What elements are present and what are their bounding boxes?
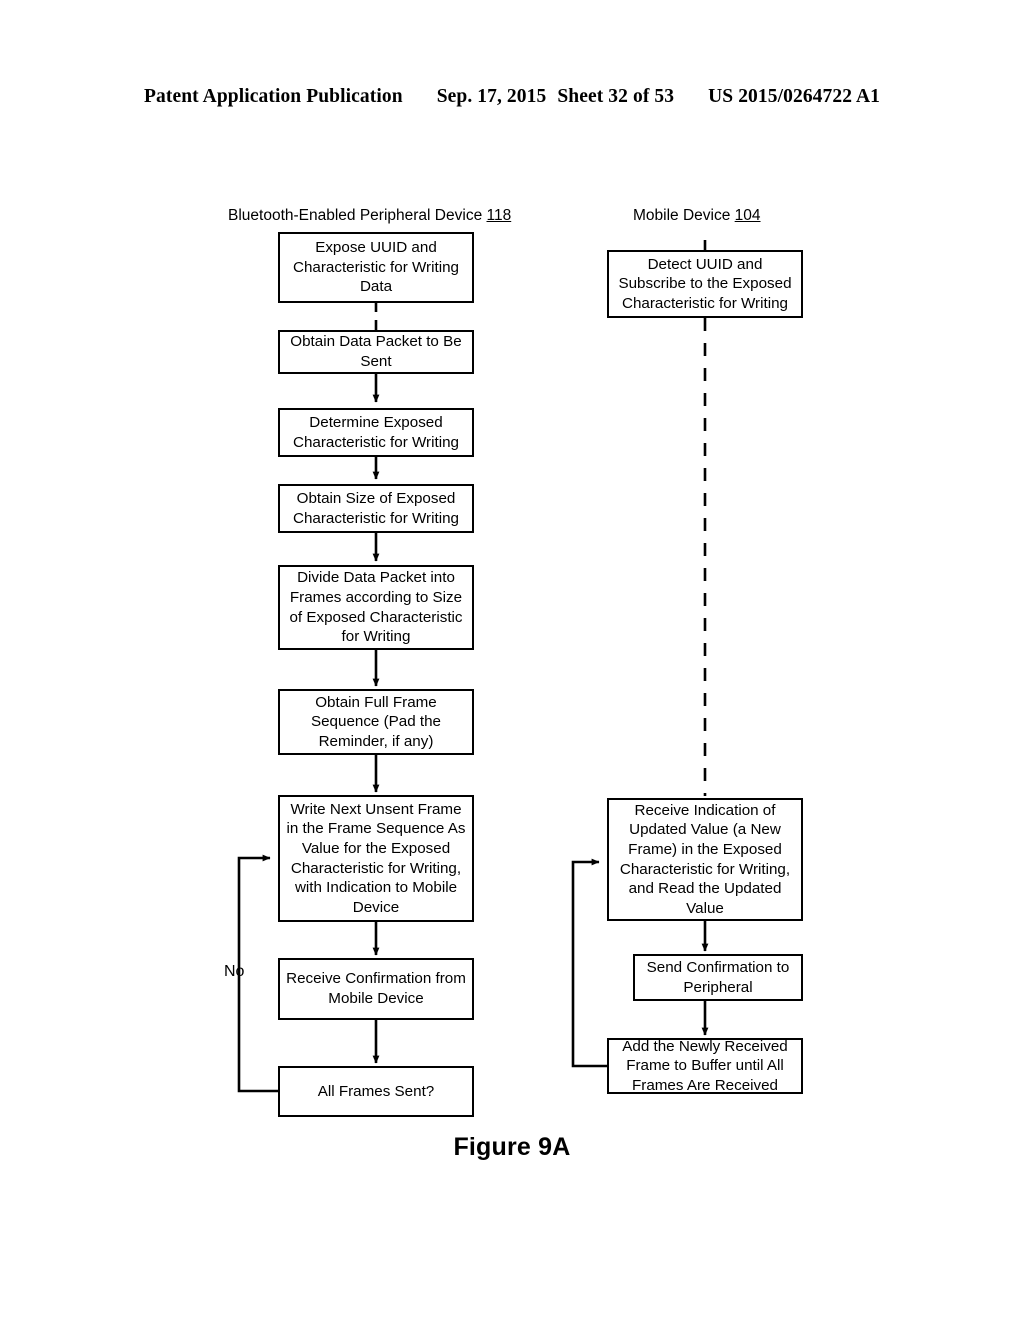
loop-label-no: No	[224, 963, 245, 980]
node-write-next-frame: Write Next Unsent Frame in the Frame Seq…	[278, 795, 474, 922]
flowchart-diagram: Bluetooth-Enabled Peripheral Device 118 …	[0, 0, 1024, 1320]
node-expose-uuid: Expose UUID and Characteristic for Writi…	[278, 232, 474, 303]
figure-caption: Figure 9A	[453, 1133, 571, 1161]
node-determine-characteristic: Determine Exposed Characteristic for Wri…	[278, 408, 474, 457]
node-obtain-size: Obtain Size of Exposed Characteristic fo…	[278, 484, 474, 533]
node-send-confirmation: Send Confirmation to Peripheral	[633, 954, 803, 1001]
node-obtain-frame-sequence: Obtain Full Frame Sequence (Pad the Remi…	[278, 689, 474, 755]
column-title-peripheral-text: Bluetooth-Enabled Peripheral Device	[228, 207, 487, 224]
column-title-mobile-ref: 104	[734, 207, 761, 224]
node-all-frames-sent: All Frames Sent?	[278, 1066, 474, 1117]
node-receive-indication: Receive Indication of Updated Value (a N…	[607, 798, 803, 921]
node-obtain-packet: Obtain Data Packet to Be Sent	[278, 330, 474, 374]
node-divide-packet: Divide Data Packet into Frames according…	[278, 565, 474, 650]
column-title-peripheral: Bluetooth-Enabled Peripheral Device 118	[228, 207, 528, 225]
node-receive-confirmation: Receive Confirmation from Mobile Device	[278, 958, 474, 1020]
column-title-peripheral-ref: 118	[486, 207, 512, 224]
connector-no-loop-left	[237, 854, 278, 1093]
node-add-frame-to-buffer: Add the Newly Received Frame to Buffer u…	[607, 1038, 803, 1094]
flowchart-connectors	[237, 240, 709, 1093]
column-title-mobile: Mobile Device 104	[633, 207, 873, 225]
connector-loop-right	[571, 858, 607, 1068]
node-detect-uuid: Detect UUID and Subscribe to the Exposed…	[607, 250, 803, 318]
column-title-mobile-text: Mobile Device	[633, 207, 735, 224]
